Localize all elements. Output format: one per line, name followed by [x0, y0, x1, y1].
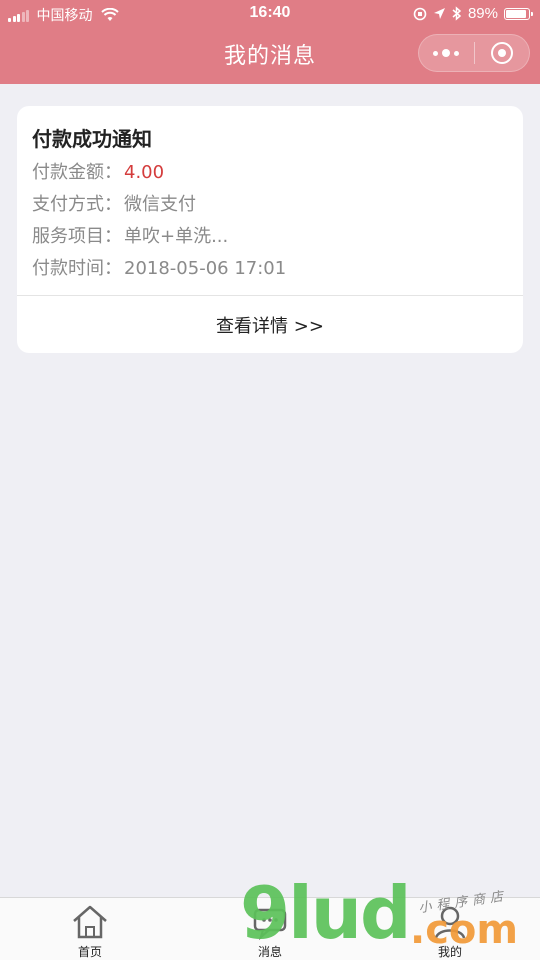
- tab-bar: 首页 消息 我的: [0, 897, 540, 960]
- row-time: 付款时间： 2018-05-06 17:01: [32, 254, 286, 280]
- status-bar: 中国移动 16:40 89%: [0, 0, 540, 28]
- more-icon: [431, 49, 461, 57]
- tab-messages[interactable]: 消息: [230, 898, 310, 960]
- tab-profile[interactable]: 我的: [410, 898, 490, 960]
- tab-label: 首页: [77, 945, 102, 959]
- status-right: 89%: [413, 5, 533, 22]
- notification-card: 付款成功通知 付款金额： 4.00 支付方式： 微信支付 服务项目： 单吹+单洗...…: [17, 106, 523, 353]
- header: 中国移动 16:40 89% 我的消息: [0, 0, 540, 84]
- service-value: 单吹+单洗...: [124, 226, 229, 247]
- tab-label: 消息: [257, 945, 282, 959]
- card-title: 付款成功通知: [32, 127, 152, 151]
- row-label: 付款金额：: [32, 162, 122, 183]
- row-payment-method: 支付方式： 微信支付: [32, 190, 196, 216]
- orientation-lock-icon: [413, 7, 427, 21]
- payment-method-value: 微信支付: [124, 194, 196, 215]
- screen: 中国移动 16:40 89% 我的消息 付款成功通知 付款金额： 4.00 支付…: [0, 0, 540, 960]
- mini-program-capsule: [418, 34, 530, 72]
- more-button[interactable]: [419, 35, 474, 71]
- user-icon: [434, 906, 466, 939]
- row-service: 服务项目： 单吹+单洗...: [32, 222, 228, 248]
- view-details-link[interactable]: 查看详情 >>: [17, 296, 523, 353]
- close-circle-icon: [490, 42, 513, 64]
- row-label: 服务项目：: [32, 226, 122, 247]
- amount-value: 4.00: [124, 162, 165, 183]
- row-label: 付款时间：: [32, 258, 122, 279]
- home-icon: [73, 905, 107, 939]
- close-mini-program-button[interactable]: [474, 35, 529, 71]
- tab-home[interactable]: 首页: [50, 898, 130, 960]
- chat-icon: [253, 908, 287, 941]
- row-amount: 付款金额： 4.00: [32, 158, 164, 184]
- tab-label: 我的: [437, 945, 462, 959]
- battery-percent: 89%: [467, 5, 498, 22]
- battery-fill: [506, 9, 526, 18]
- payment-time-value: 2018-05-06 17:01: [124, 258, 287, 279]
- battery-icon: [504, 7, 533, 20]
- row-label: 支付方式：: [32, 194, 122, 215]
- location-icon: [433, 7, 446, 20]
- bluetooth-icon: [452, 6, 462, 21]
